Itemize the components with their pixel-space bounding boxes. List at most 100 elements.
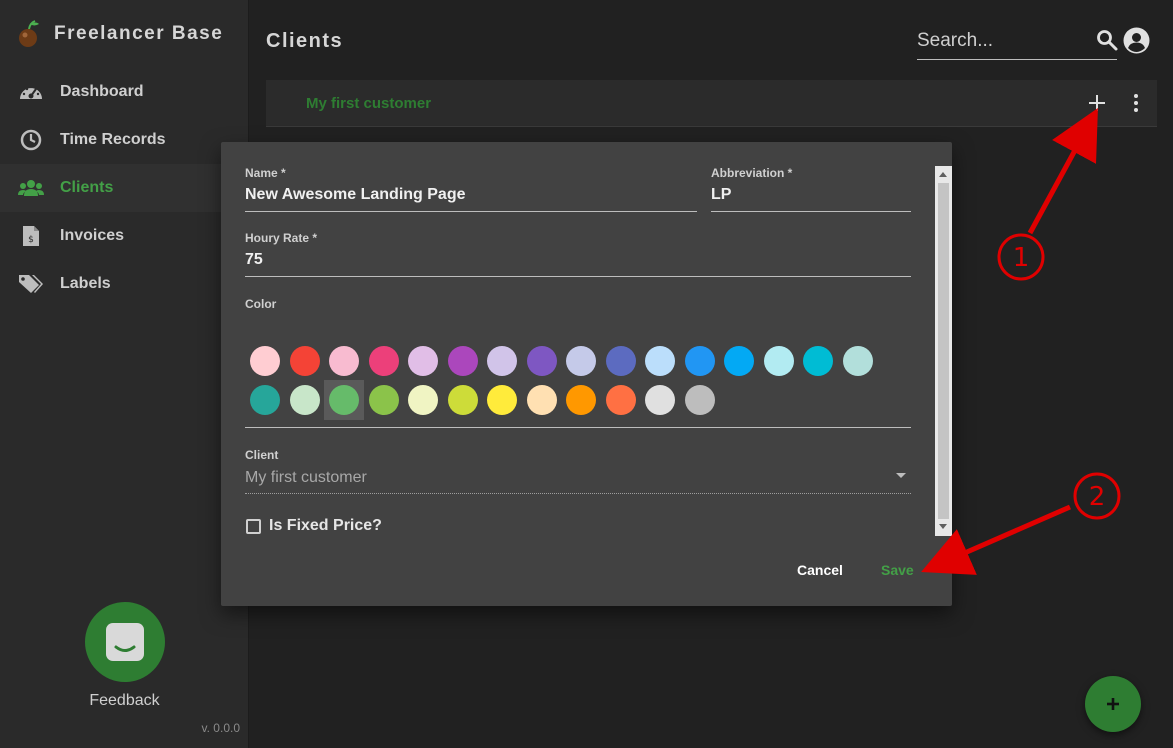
color-dot [447,385,478,415]
speedometer-icon [18,79,44,105]
color-dot [329,346,359,376]
account-icon[interactable] [1123,27,1150,54]
dropdown-arrow-icon[interactable] [896,473,906,478]
color-swatch[interactable] [245,380,285,420]
sidebar-item-label: Clients [60,179,114,196]
color-swatch[interactable] [443,380,483,420]
clock-icon [18,127,44,153]
sidebar-item-clients[interactable]: Clients [0,164,249,212]
scroll-up-icon[interactable] [939,172,947,177]
color-swatch[interactable] [245,341,285,381]
sidebar-item-label: Labels [60,275,111,292]
color-swatch[interactable] [640,341,680,381]
color-swatch[interactable] [443,341,483,381]
color-swatch[interactable] [759,341,799,381]
hourly-rate-label: Houry Rate * [245,231,318,245]
sidebar-item-label: Dashboard [60,83,144,100]
sidebar-item-label: Invoices [60,227,125,244]
color-dot [605,385,636,415]
color-swatch[interactable] [561,380,601,420]
color-swatch[interactable] [364,380,404,420]
annotation-arrow-2 [921,504,1072,575]
color-swatch[interactable] [482,341,522,381]
more-vert-icon[interactable] [1128,92,1144,114]
color-dot [408,346,438,376]
rate-underline [245,276,911,277]
client-name[interactable]: My first customer [306,95,431,112]
color-dot [645,346,675,376]
plus-icon [1107,698,1119,710]
color-dot [447,346,478,376]
annotation-arrow-1 [1027,108,1098,235]
add-project-icon[interactable] [1086,92,1108,114]
cherry-logo-icon [19,20,39,47]
color-dot [763,346,794,376]
color-swatch[interactable] [364,341,404,381]
color-swatch[interactable] [285,341,325,381]
annotation-marker-1: 1 [1013,243,1030,273]
color-swatch[interactable] [403,380,443,420]
fixed-price-label[interactable]: Is Fixed Price? [269,517,382,535]
color-swatch[interactable] [601,341,641,381]
name-underline [245,211,697,212]
sidebar-item-labels[interactable]: Labels [0,260,249,308]
color-dot [368,346,399,376]
fixed-price-checkbox[interactable] [246,519,261,534]
color-swatch[interactable] [561,341,601,381]
color-dot [250,385,280,415]
color-swatch[interactable] [522,380,562,420]
color-dot [684,346,715,376]
client-select[interactable]: My first customer [245,469,367,487]
search-icon[interactable] [1095,28,1119,52]
color-swatch[interactable] [403,341,443,381]
chat-icon [106,623,144,661]
app-name: Freelancer Base [54,23,224,44]
client-underline [245,493,911,494]
search-field [917,27,1117,60]
color-swatch[interactable] [285,380,325,420]
brand[interactable]: Freelancer Base [16,20,223,48]
abbreviation-label: Abbreviation * [711,166,793,180]
color-swatch[interactable] [522,341,562,381]
color-underline [245,427,911,428]
scroll-down-icon[interactable] [939,524,947,529]
color-dot [684,385,715,415]
color-dot [842,346,873,376]
sidebar-item-dashboard[interactable]: Dashboard [0,68,249,116]
color-swatch[interactable] [838,341,878,381]
color-swatch[interactable] [324,341,364,381]
color-swatch[interactable] [324,380,364,420]
invoice-icon: $ [18,223,44,249]
scroll-thumb[interactable] [938,183,949,519]
color-dot [487,346,517,376]
dialog-scrollbar[interactable] [935,166,952,536]
color-dot [803,346,833,376]
name-label: Name * [245,166,286,180]
sidebar-nav: Dashboard Time Records Clients $ Invoice… [0,68,249,308]
project-dialog: Name * New Awesome Landing Page Abbrevia… [221,142,952,606]
color-swatch[interactable] [640,380,680,420]
sidebar-item-invoices[interactable]: $ Invoices [0,212,249,260]
color-swatch[interactable] [798,341,838,381]
hourly-rate-field[interactable]: 75 [245,251,263,269]
save-button[interactable]: Save [881,562,914,578]
svg-text:$: $ [28,235,34,245]
sidebar-item-label: Time Records [60,131,166,148]
color-swatch[interactable] [719,341,759,381]
color-swatch[interactable] [680,380,720,420]
color-swatch[interactable] [482,380,522,420]
feedback-button[interactable] [85,602,165,682]
color-dot [605,346,636,376]
color-dot [566,346,596,376]
abbreviation-field[interactable]: LP [711,186,731,204]
add-client-fab[interactable] [1085,676,1141,732]
color-swatch[interactable] [601,380,641,420]
search-input[interactable] [917,27,1087,55]
client-row[interactable]: My first customer [266,80,1157,127]
name-field[interactable]: New Awesome Landing Page [245,186,466,204]
color-swatch[interactable] [680,341,720,381]
color-dot [329,385,359,415]
cancel-button[interactable]: Cancel [797,562,843,578]
tags-icon [18,271,44,297]
sidebar-item-time-records[interactable]: Time Records [0,116,249,164]
